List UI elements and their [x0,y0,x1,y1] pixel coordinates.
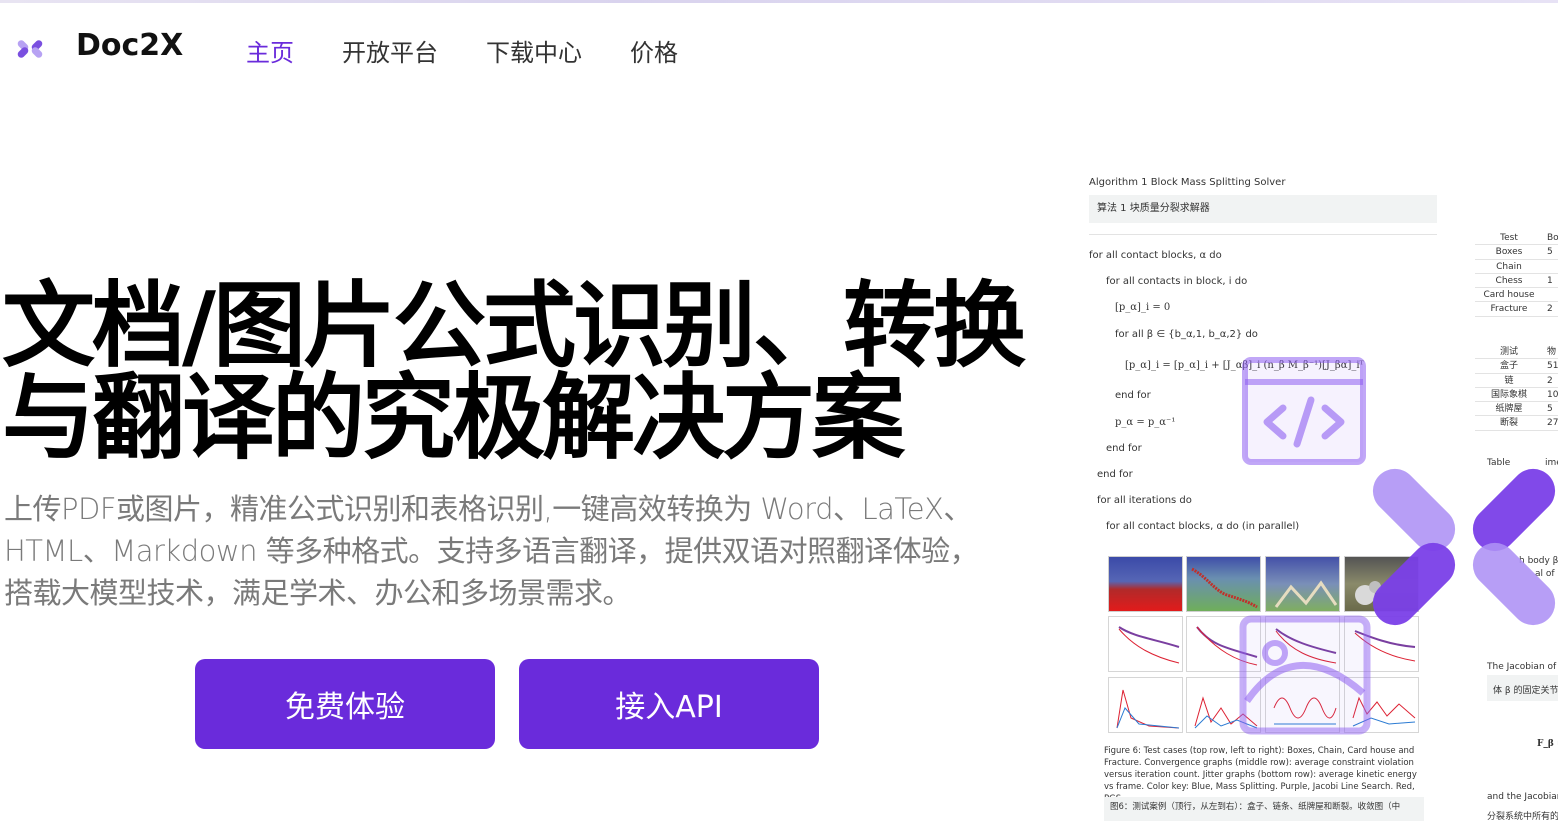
algorithm-line: for all contacts in block, i do [1106,276,1248,287]
table-row: 盒子 51 [1475,359,1558,374]
hero-description: 上传PDF或图片，精准公式识别和表格识别,一键高效转换为 Word、LaTeX、… [4,492,979,610]
figure-caption: Figure 6: Test cases (top row, left to r… [1104,746,1417,804]
side-table-en: Test Bo Boxes 5 Chain Chess 1 Card house Fr… [1475,231,1558,317]
figure-thumbnail [1108,556,1183,612]
side-label: 体 β 的固定关节的 [1487,675,1558,701]
table-row: 链2 [1475,374,1558,388]
algorithm-line: end for [1115,390,1151,401]
table-row: Chain [1475,260,1558,274]
side-table-cn: 测试物 盒子 51 链2 国际象棋 10 纸牌屋 5 断裂 27 [1475,345,1558,431]
algorithm-line: end for [1106,443,1142,454]
table-row: 国际象棋 10 [1475,388,1558,403]
side-label: and the Jacobian [1487,792,1558,802]
table-row: 断裂 27 [1475,416,1558,431]
algorithm-line: p_α = p_α⁻¹ [1115,417,1176,428]
figure-thumbnail [1265,556,1340,612]
free-trial-button[interactable]: 免费体验 [195,659,495,749]
hero-title: 文档/图片公式识别、转换 与翻译的究极解决方案 [2,272,1042,472]
table-row: Test Bo [1475,231,1558,246]
figure-thumbnail [1186,556,1261,612]
top-navigation: Doc2X 主页 开放平台 下载中心 价格 [0,0,1558,96]
table-row: 测试物 [1475,345,1558,360]
table-row: 纸牌屋 5 [1475,402,1558,417]
algorithm-line: for all contact blocks, α do [1089,250,1222,261]
nav-item-open-platform[interactable]: 开放平台 [342,33,438,68]
side-label: 分裂系统中所有的 [1487,812,1558,821]
code-window-icon [1242,357,1366,465]
image-icon [1239,615,1371,735]
algorithm-line: for all iterations do [1097,495,1192,506]
algorithm-line: for all contact blocks, α do (in paralle… [1106,521,1300,532]
jitter-graph [1108,677,1183,733]
algorithm-title: Algorithm 1 Block Mass Splitting Solver [1089,177,1286,188]
figure-caption-translation: 图6：测试案例（顶行，从左到右）：盒子、链条、纸牌屋和断裂。收敛图（中 [1104,797,1424,821]
table-row: Chess 1 [1475,274,1558,289]
side-label: The Jacobian of th [1487,662,1558,672]
table-row: Boxes 5 [1475,245,1558,260]
nav-item-download-center[interactable]: 下载中心 [486,33,582,68]
hero-title-line-1: 文档/图片公式识别、转换 [2,272,1026,380]
divider [1089,234,1437,235]
document-preview-illustration: Algorithm 1 Block Mass Splitting Solver … [1075,160,1558,821]
nav-item-pricing[interactable]: 价格 [630,33,678,68]
api-access-button[interactable]: 接入API [519,659,819,749]
hero-title-line-2: 与翻译的究极解决方案 [2,364,905,472]
doc2x-logo-icon[interactable] [14,32,46,64]
algorithm-line: end for [1097,469,1133,480]
table-row: Card house [1475,288,1558,303]
algorithm-line: for all β ∈ {b_α,1, b_α,2} do [1115,329,1258,340]
table-row: Fracture 2 [1475,302,1558,317]
brand-name[interactable]: Doc2X [76,28,183,63]
algorithm-title-translation: 算法 1 块质量分裂求解器 [1089,195,1437,223]
doc2x-large-logo-icon [1372,468,1556,626]
algorithm-line: [p_α]_i = 0 [1115,302,1171,313]
nav-item-home[interactable]: 主页 [246,33,294,68]
side-label: F_β = [1537,739,1558,749]
convergence-graph [1108,616,1183,672]
